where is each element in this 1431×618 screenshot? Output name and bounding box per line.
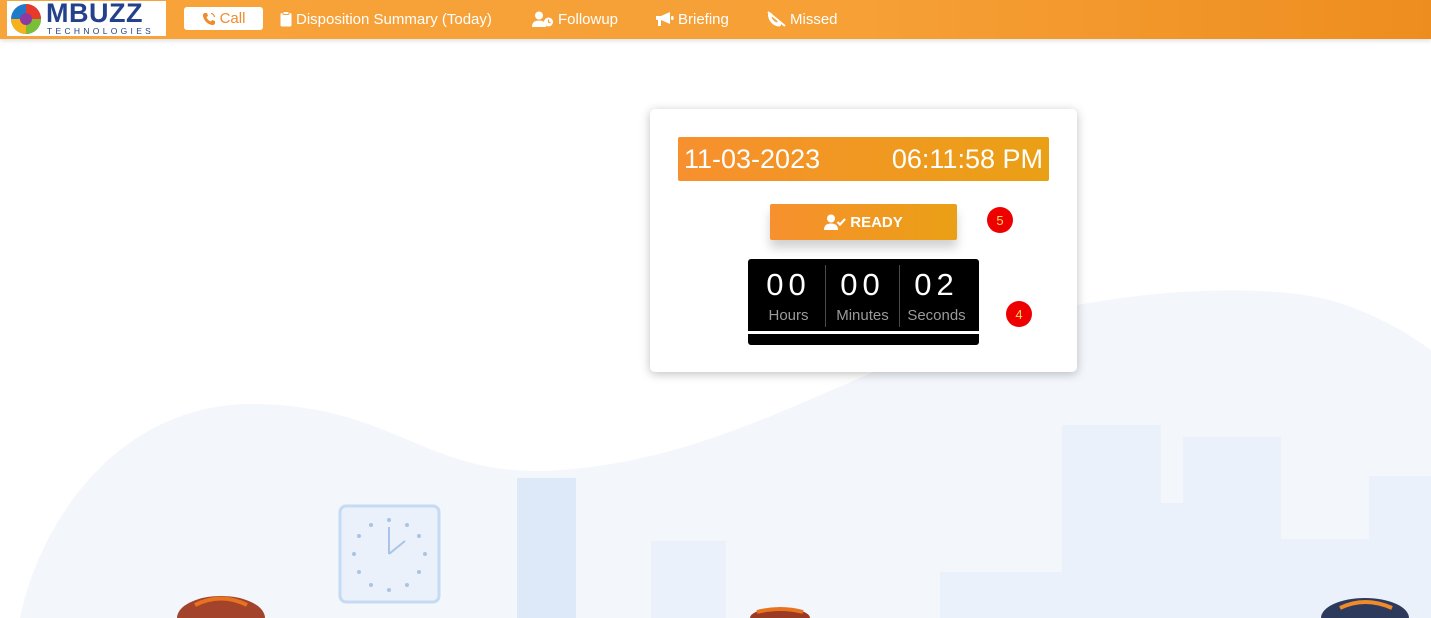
datetime-display: 11-03-2023 06:11:58 PM — [678, 137, 1049, 181]
timer-minutes-value: 00 — [840, 267, 885, 302]
timer-minutes: 00 Minutes — [826, 263, 899, 327]
nav-briefing[interactable]: Briefing — [655, 8, 729, 30]
brand-tagline: TECHNOLOGIES — [47, 26, 155, 36]
timer-seconds-label: Seconds — [907, 307, 966, 324]
brand-logo[interactable]: MBUZZ TECHNOLOGIES — [7, 0, 166, 36]
nav-disposition-label: Disposition Summary (Today) — [296, 10, 492, 28]
ready-step-badge: 5 — [987, 207, 1013, 233]
nav-call-label: Call — [219, 10, 246, 27]
nav-missed-label: Missed — [790, 10, 838, 28]
nav-followup-label: Followup — [558, 10, 619, 28]
timer-minutes-label: Minutes — [836, 307, 889, 324]
nav-call-button[interactable]: Call — [184, 7, 263, 30]
building-column — [517, 478, 576, 618]
top-navbar: MBUZZ TECHNOLOGIES Call Disposition Summ… — [0, 0, 1431, 39]
ready-label: READY — [850, 213, 903, 231]
wall-clock-icon — [338, 504, 441, 604]
current-date: 11-03-2023 — [684, 143, 821, 174]
phone-icon — [202, 12, 215, 25]
nav-followup[interactable]: Followup — [532, 8, 618, 30]
nav-disposition-summary[interactable]: Disposition Summary (Today) — [280, 8, 492, 30]
person-head-center — [750, 607, 810, 618]
ready-button[interactable]: READY — [770, 204, 957, 240]
timer-hours: 00 Hours — [752, 263, 825, 327]
timer-hours-value: 00 — [766, 267, 811, 302]
timer-gap-line — [748, 331, 979, 334]
globe-logo-icon — [11, 4, 41, 34]
timer-seconds: 02 Seconds — [900, 263, 973, 327]
nav-missed[interactable]: Missed — [767, 8, 838, 30]
user-clock-icon — [532, 11, 553, 27]
agent-status-card: 11-03-2023 06:11:58 PM READY 5 00 Hours … — [650, 109, 1077, 372]
nav-briefing-label: Briefing — [678, 10, 729, 28]
clipboard-icon — [280, 11, 292, 27]
timer-step-badge: 4 — [1006, 301, 1032, 327]
current-time: 06:11:58 PM — [891, 143, 1043, 174]
megaphone-icon — [656, 12, 674, 26]
session-timer: 00 Hours 00 Minutes 02 Seconds — [748, 259, 979, 345]
timer-seconds-value: 02 — [914, 267, 959, 302]
user-check-icon — [824, 214, 847, 230]
missed-call-icon — [767, 11, 786, 27]
timer-hours-label: Hours — [768, 307, 809, 324]
brand-name: MBUZZ — [46, 0, 143, 28]
